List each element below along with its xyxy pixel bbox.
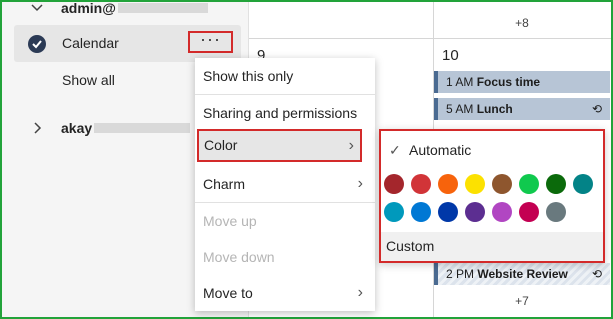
event-title: Focus time [476, 75, 541, 89]
menu-item-show-this-only[interactable]: Show this only [195, 58, 375, 94]
redacted-text [94, 123, 191, 133]
event-website-review[interactable]: 2 PM Website Review ⟲ [434, 263, 610, 285]
chevron-right-icon: › [348, 137, 354, 154]
event-title: Lunch [476, 102, 513, 116]
chevron-down-icon [31, 4, 43, 12]
color-swatch[interactable] [384, 202, 404, 222]
menu-item-label: Color [204, 137, 238, 153]
color-swatch[interactable] [546, 202, 566, 222]
color-swatch[interactable] [411, 202, 431, 222]
color-swatch[interactable] [546, 174, 566, 194]
more-events-link[interactable]: +7 [434, 294, 610, 308]
recurring-icon: ⟲ [591, 267, 602, 281]
custom-color-option[interactable]: Custom [381, 232, 603, 261]
context-menu: Show this only Sharing and permissions C… [195, 58, 375, 311]
day-number: 10 [442, 47, 459, 64]
color-swatch[interactable] [573, 174, 593, 194]
menu-item-move-down: Move down [203, 249, 275, 265]
menu-item-move-to[interactable]: Move to › [195, 275, 375, 311]
color-swatch[interactable] [438, 174, 458, 194]
account-row-admin[interactable]: admin@ [30, 0, 208, 16]
account-row-akay[interactable]: akay [30, 120, 191, 136]
menu-item-label: Charm [203, 176, 246, 192]
event-time: 2 PM [446, 267, 475, 281]
menu-item-sharing[interactable]: Sharing and permissions [195, 95, 375, 131]
color-swatch[interactable] [519, 202, 539, 222]
chevron-right-icon [34, 122, 42, 134]
chevron-right-icon: › [357, 284, 363, 301]
account-name: akay [61, 120, 93, 136]
sidebar-item-calendar[interactable]: Calendar ··· [14, 25, 241, 62]
redacted-text [117, 3, 208, 13]
checkmark-icon: ✓ [389, 142, 401, 158]
event-time: 5 AM [446, 102, 474, 116]
color-swatch[interactable] [465, 202, 485, 222]
chevron-right-icon: › [357, 175, 363, 192]
event-lunch[interactable]: 5 AM Lunch ⟲ [434, 98, 610, 120]
checkmark-icon [32, 40, 42, 49]
color-swatch[interactable] [519, 174, 539, 194]
menu-item-color[interactable]: Color › [197, 129, 362, 162]
recurring-icon: ⟲ [591, 102, 602, 116]
color-automatic-option[interactable]: ✓ Automatic [381, 137, 603, 163]
menu-item-label: Move to [203, 285, 253, 301]
more-options-button[interactable]: ··· [188, 30, 233, 53]
event-title: Website Review [477, 267, 568, 281]
more-events-link[interactable]: +8 [434, 16, 610, 30]
menu-item-charm[interactable]: Charm › [195, 166, 375, 202]
color-swatch[interactable] [492, 174, 512, 194]
checked-circle-icon[interactable] [28, 35, 46, 53]
calendar-label: Calendar [62, 35, 119, 51]
color-swatch[interactable] [438, 202, 458, 222]
event-time: 1 AM [446, 75, 474, 89]
color-swatch[interactable] [492, 202, 512, 222]
color-swatch[interactable] [411, 174, 431, 194]
color-swatch[interactable] [384, 174, 404, 194]
show-all-link[interactable]: Show all [62, 72, 115, 88]
automatic-label: Automatic [409, 142, 472, 158]
color-submenu: ✓ Automatic Custom [379, 129, 605, 263]
color-swatch[interactable] [465, 174, 485, 194]
menu-item-move-up: Move up [203, 213, 257, 229]
event-focus-time[interactable]: 1 AM Focus time [434, 71, 610, 93]
account-name: admin@ [61, 0, 116, 16]
